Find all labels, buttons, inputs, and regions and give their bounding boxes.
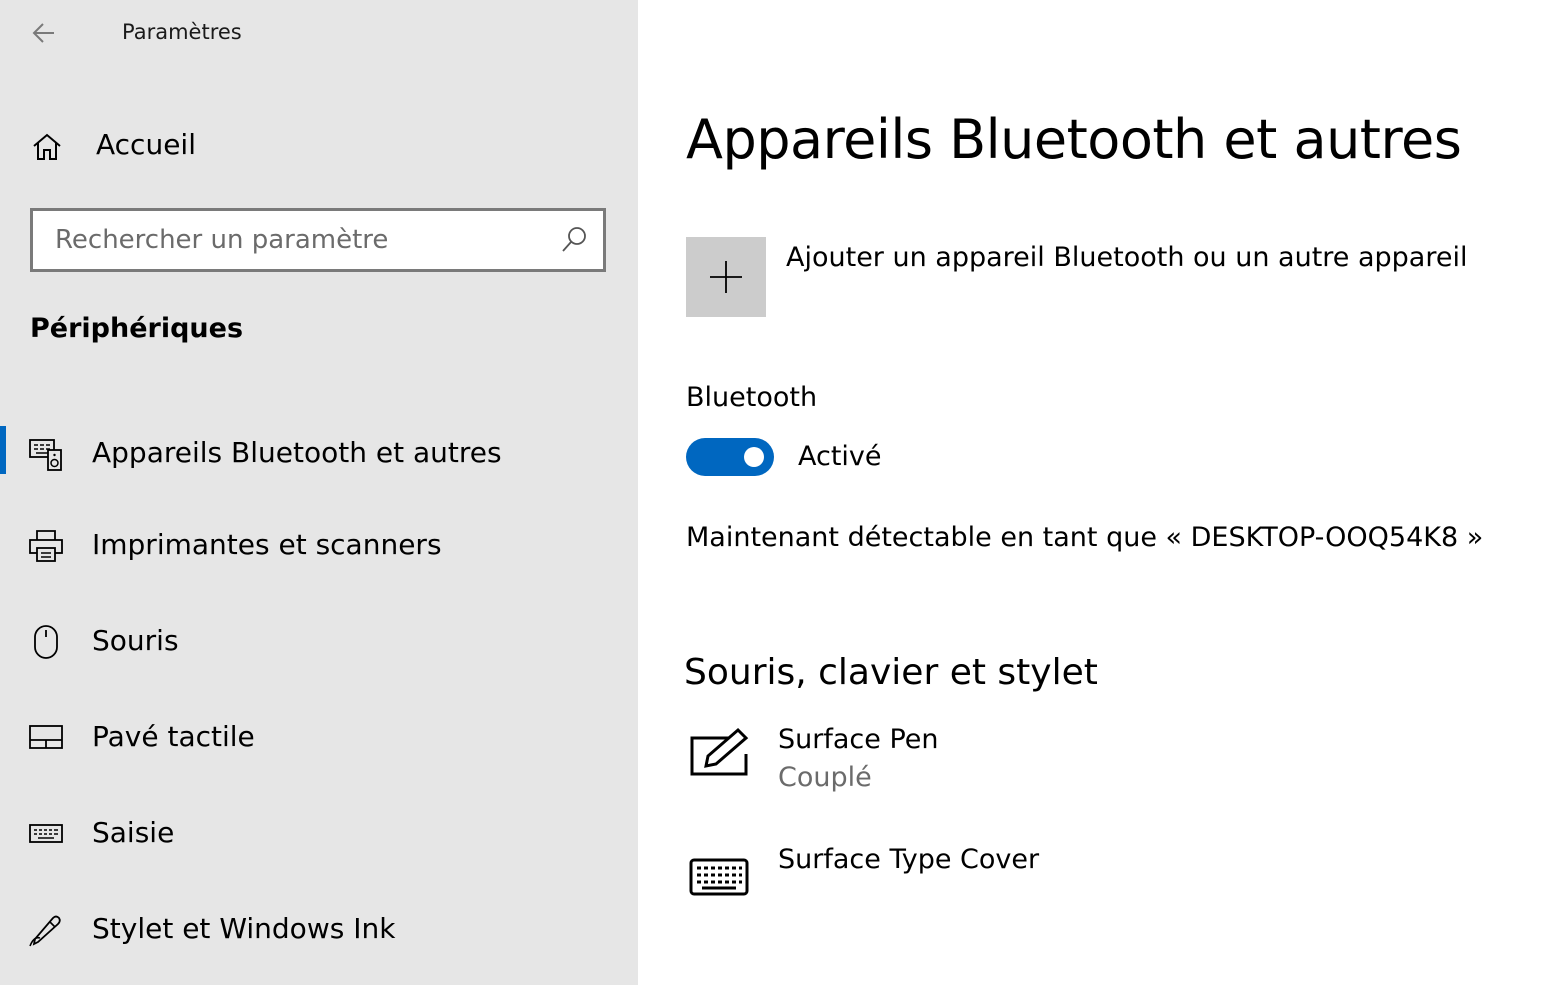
sidebar: Paramètres Accueil Périphériques Apparei… (0, 0, 638, 985)
sidebar-item-label: Imprimantes et scanners (92, 528, 442, 561)
device-name: Surface Type Cover (778, 844, 1040, 875)
device-surface-type-cover[interactable]: Surface Type Cover (686, 844, 1286, 924)
device-status: Couplé (778, 762, 872, 793)
section-title: Périphériques (30, 313, 244, 344)
add-device-label[interactable]: Ajouter un appareil Bluetooth ou un autr… (786, 242, 1467, 273)
device-name: Surface Pen (778, 724, 939, 755)
sidebar-item-pen[interactable]: Stylet et Windows Ink (0, 898, 638, 962)
device-surface-pen[interactable]: Surface Pen Couplé (686, 724, 1286, 804)
keyboard-device-icon (689, 858, 749, 896)
devices-section-title: Souris, clavier et stylet (684, 652, 1098, 693)
search-input[interactable] (33, 211, 555, 269)
sidebar-item-typing[interactable]: Saisie (0, 802, 638, 866)
add-device-button[interactable] (686, 237, 766, 317)
sidebar-home[interactable]: Accueil (30, 124, 590, 168)
sidebar-item-touchpad[interactable]: Pavé tactile (0, 706, 638, 770)
pen-icon (29, 915, 61, 947)
sidebar-item-label: Appareils Bluetooth et autres (92, 436, 502, 469)
page-title: Appareils Bluetooth et autres (686, 108, 1462, 171)
search-box[interactable] (30, 208, 606, 272)
bluetooth-devices-icon (29, 439, 62, 471)
sidebar-item-bluetooth[interactable]: Appareils Bluetooth et autres (0, 422, 638, 486)
pen-device-icon (690, 727, 749, 776)
printer-icon (29, 530, 63, 562)
discoverable-text: Maintenant détectable en tant que « DESK… (686, 522, 1484, 553)
sidebar-home-label: Accueil (96, 128, 196, 161)
back-button[interactable] (28, 16, 64, 50)
sidebar-item-label: Souris (92, 624, 179, 657)
bluetooth-label: Bluetooth (686, 382, 818, 413)
sidebar-item-printers[interactable]: Imprimantes et scanners (0, 514, 638, 578)
sidebar-item-label: Pavé tactile (92, 720, 255, 753)
main-content: Appareils Bluetooth et autres Ajouter un… (638, 0, 1561, 985)
touchpad-icon (29, 725, 63, 749)
bluetooth-toggle[interactable] (686, 438, 774, 476)
app-title: Paramètres (122, 20, 242, 44)
active-indicator (0, 426, 6, 474)
toggle-knob (744, 447, 764, 467)
sidebar-item-label: Stylet et Windows Ink (92, 912, 396, 945)
bluetooth-state-label: Activé (798, 441, 882, 472)
home-icon (33, 133, 61, 160)
search-icon[interactable] (559, 225, 589, 255)
mouse-icon (34, 625, 58, 659)
plus-icon (710, 261, 742, 293)
sidebar-item-label: Saisie (92, 816, 175, 849)
keyboard-icon (29, 824, 63, 843)
back-arrow-icon (32, 23, 54, 43)
sidebar-item-mouse[interactable]: Souris (0, 610, 638, 674)
